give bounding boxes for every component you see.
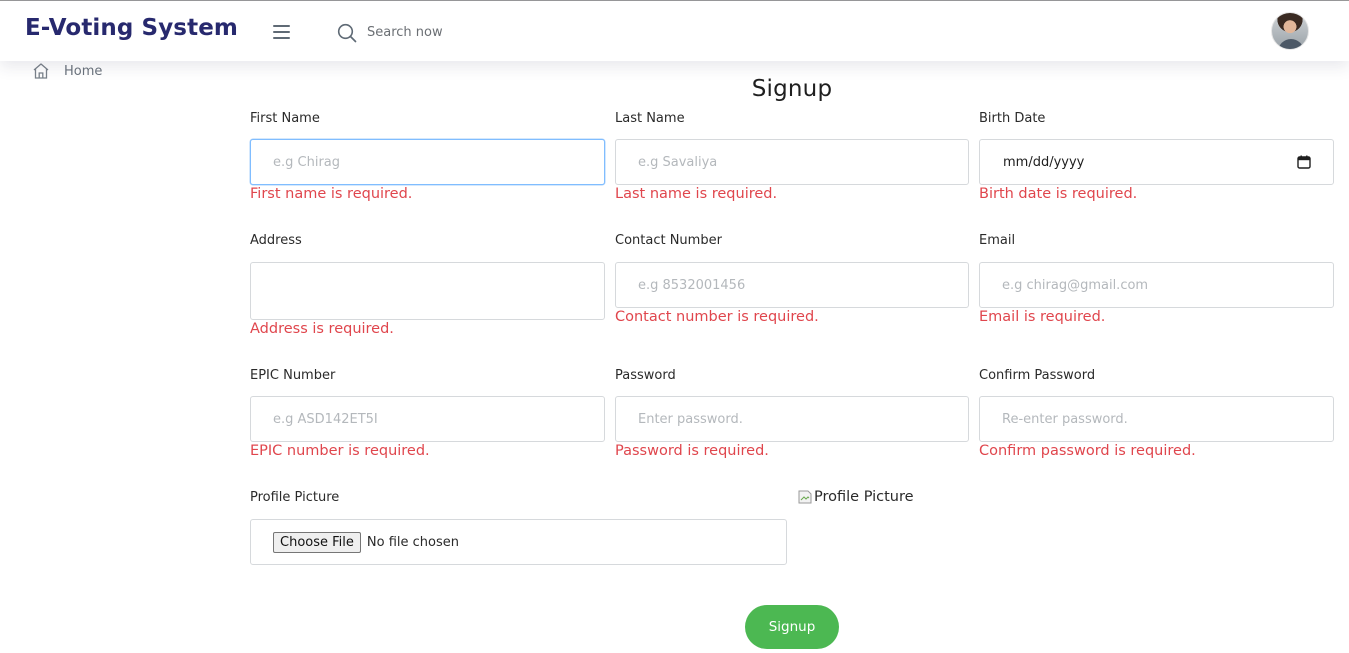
menu-icon[interactable] <box>273 25 293 41</box>
email-error: Email is required. <box>979 309 1106 325</box>
signup-button[interactable]: Signup <box>745 605 839 649</box>
home-icon <box>33 63 49 79</box>
confirm-password-field[interactable] <box>979 396 1334 442</box>
birth-date-format: mm/dd/yyyy <box>1003 154 1085 170</box>
birth-date-error: Birth date is required. <box>979 186 1138 202</box>
breadcrumb-home-label: Home <box>64 63 103 79</box>
address-label: Address <box>250 233 302 248</box>
profile-picture-field[interactable]: Choose File No file chosen <box>250 519 787 565</box>
epic-number-error: EPIC number is required. <box>250 443 430 459</box>
last-name-error: Last name is required. <box>615 186 778 202</box>
confirm-password-label: Confirm Password <box>979 368 1096 383</box>
password-label: Password <box>615 368 676 383</box>
contact-number-error: Contact number is required. <box>615 309 819 325</box>
profile-picture-preview: Profile Picture <box>797 489 914 505</box>
address-error: Address is required. <box>250 321 394 337</box>
profile-picture-alt-text: Profile Picture <box>814 489 914 505</box>
birth-date-label: Birth Date <box>979 111 1046 126</box>
breadcrumb[interactable]: Home <box>32 62 102 80</box>
calendar-icon[interactable] <box>1297 155 1311 169</box>
broken-image-icon <box>798 490 812 504</box>
birth-date-field[interactable]: mm/dd/yyyy <box>979 139 1334 185</box>
last-name-label: Last Name <box>615 111 685 126</box>
email-label: Email <box>979 233 1016 248</box>
search-input[interactable] <box>367 21 567 43</box>
epic-number-label: EPIC Number <box>250 368 336 383</box>
first-name-error: First name is required. <box>250 186 413 202</box>
first-name-field[interactable] <box>250 139 605 185</box>
address-field[interactable] <box>250 262 605 320</box>
avatar[interactable] <box>1271 12 1309 50</box>
page-title: Signup <box>751 76 833 102</box>
top-navbar: E-Voting System <box>0 1 1349 61</box>
password-field[interactable] <box>615 396 969 442</box>
file-status: No file chosen <box>366 534 459 550</box>
first-name-label: First Name <box>250 111 320 126</box>
brand-title[interactable]: E-Voting System <box>25 15 238 41</box>
password-error: Password is required. <box>615 443 769 459</box>
last-name-field[interactable] <box>615 139 969 185</box>
profile-picture-label: Profile Picture <box>250 490 340 505</box>
contact-number-field[interactable] <box>615 262 969 308</box>
epic-number-field[interactable] <box>250 396 605 442</box>
contact-number-label: Contact Number <box>615 233 722 248</box>
choose-file-button[interactable]: Choose File <box>273 531 361 553</box>
search-icon[interactable] <box>337 23 357 43</box>
confirm-password-error: Confirm password is required. <box>979 443 1196 459</box>
email-field[interactable] <box>979 262 1334 308</box>
